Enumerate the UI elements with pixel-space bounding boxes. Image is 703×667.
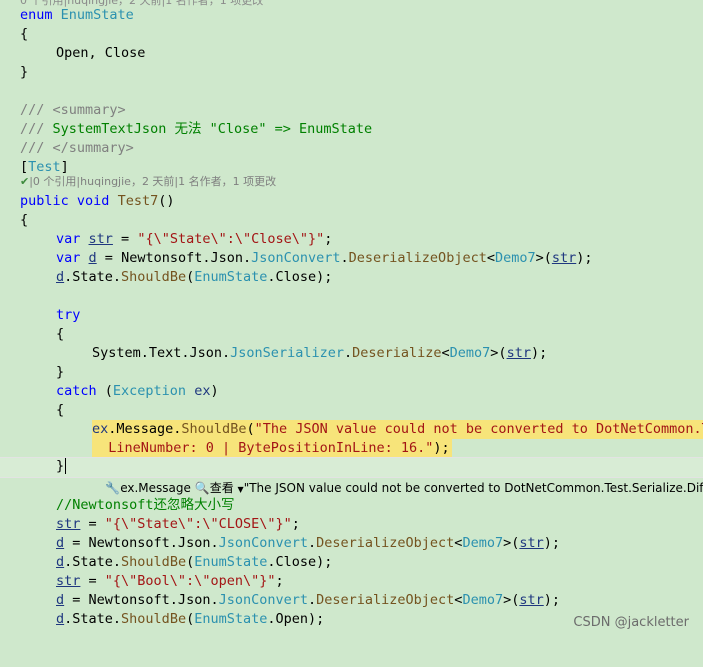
- code-line: d = Newtonsoft.Json.JsonConvert.Deserial…: [56, 592, 560, 608]
- doc-comment-line: /// <summary>: [20, 102, 126, 118]
- code-editor[interactable]: 0 个引用|huqingjie，2 天前|1 名作者，1 项更改 enum En…: [0, 0, 703, 640]
- highlighted-code-line: LineNumber: 0 | BytePositionInLine: 16."…: [92, 439, 452, 458]
- doc-comment-line: /// SystemTextJson 无法 "Close" => EnumSta…: [20, 121, 373, 137]
- code-line: {: [56, 326, 65, 342]
- datatip[interactable]: 🔧ex.Message 🔍查看 ▼"The JSON value could n…: [90, 461, 703, 495]
- text-caret: [65, 458, 75, 474]
- highlighted-code-line: ex.Message.ShouldBe("The JSON value coul…: [0, 420, 703, 439]
- code-line: try: [56, 307, 81, 323]
- code-line: catch (Exception ex): [56, 383, 219, 399]
- code-line: d.State.ShouldBe(EnumState.Close);: [56, 269, 333, 285]
- code-line: {: [20, 26, 29, 42]
- code-line: }: [56, 364, 65, 380]
- code-line: var str = "{\"State\":\"Close\"}";: [56, 231, 333, 247]
- comment-line: //Newtonsoft还忽略大小写: [56, 497, 235, 513]
- code-line: d.State.ShouldBe(EnumState.Open);: [56, 611, 325, 627]
- code-line: public void Test7(): [20, 193, 175, 209]
- code-line: }: [20, 64, 29, 80]
- code-line[interactable]: }: [0, 457, 75, 476]
- magnifier-icon[interactable]: 🔍: [195, 481, 210, 495]
- code-line: var d = Newtonsoft.Json.JsonConvert.Dese…: [56, 250, 593, 266]
- code-line: Open, Close: [56, 45, 146, 61]
- watermark: CSDN @jackletter: [573, 615, 689, 630]
- check-circle-icon: ✔: [20, 175, 30, 188]
- code-line: System.Text.Json.JsonSerializer.Deserial…: [92, 345, 548, 361]
- codelens[interactable]: ✔|0 个引用|huqingjie，2 天前|1 名作者，1 项更改: [0, 174, 276, 190]
- code-line: str = "{\"State\":\"CLOSE\"}";: [56, 516, 300, 532]
- code-line: d.State.ShouldBe(EnumState.Close);: [56, 554, 333, 570]
- doc-comment-line: /// </summary>: [20, 140, 134, 156]
- code-line: {: [20, 212, 29, 228]
- code-line: enum EnumState: [20, 7, 134, 23]
- code-line: {: [56, 402, 65, 418]
- wrench-icon: 🔧: [105, 481, 121, 495]
- code-line: d = Newtonsoft.Json.JsonConvert.Deserial…: [56, 535, 560, 551]
- code-line: str = "{\"Bool\":\"open\"}";: [56, 573, 284, 589]
